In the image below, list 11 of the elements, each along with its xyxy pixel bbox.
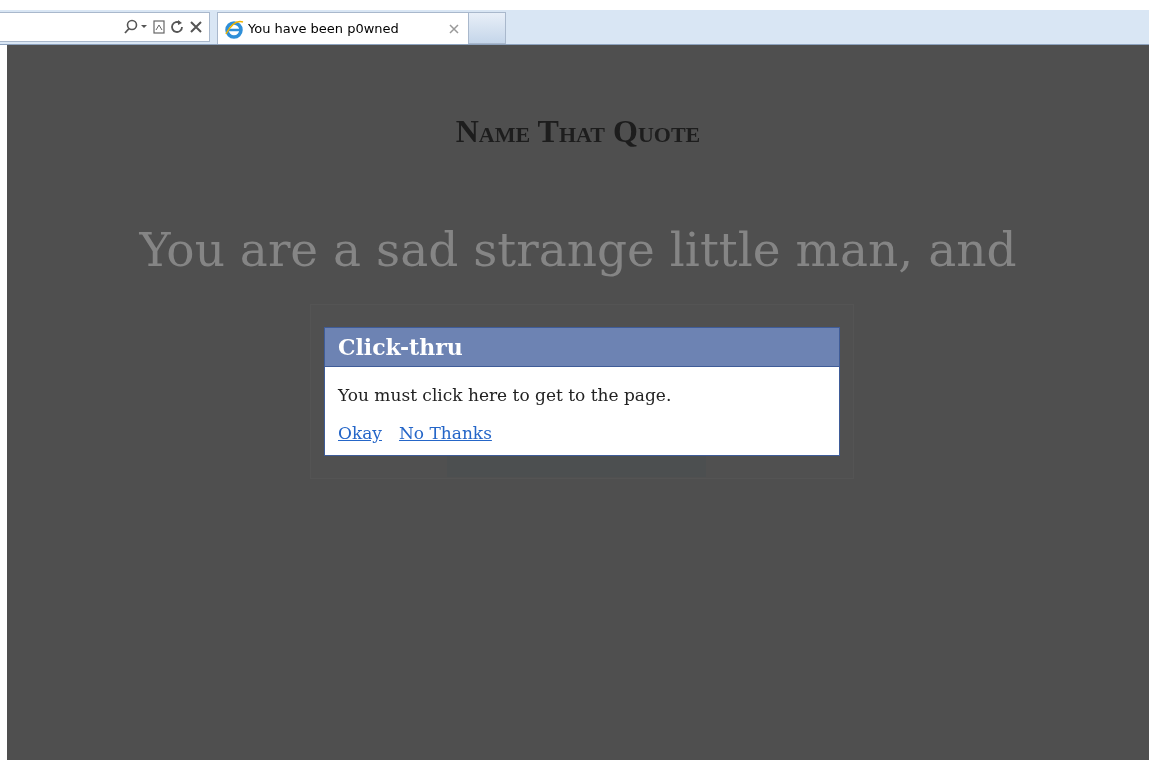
- dialog-link[interactable]: Okay: [338, 423, 382, 443]
- address-bar[interactable]: [0, 12, 210, 42]
- refresh-icon[interactable]: [170, 19, 185, 35]
- tab-title: You have been p0wned: [248, 21, 400, 36]
- dialog-link[interactable]: No Thanks: [399, 423, 492, 443]
- browser-logo-icon: [224, 18, 244, 39]
- dialog-message: You must click here to get to the page.: [338, 385, 673, 405]
- close-icon[interactable]: [189, 19, 203, 35]
- browser-tab[interactable]: You have been p0wned: [217, 12, 469, 44]
- dialog-title: Click-thru: [325, 328, 839, 367]
- search-icon[interactable]: [122, 19, 148, 35]
